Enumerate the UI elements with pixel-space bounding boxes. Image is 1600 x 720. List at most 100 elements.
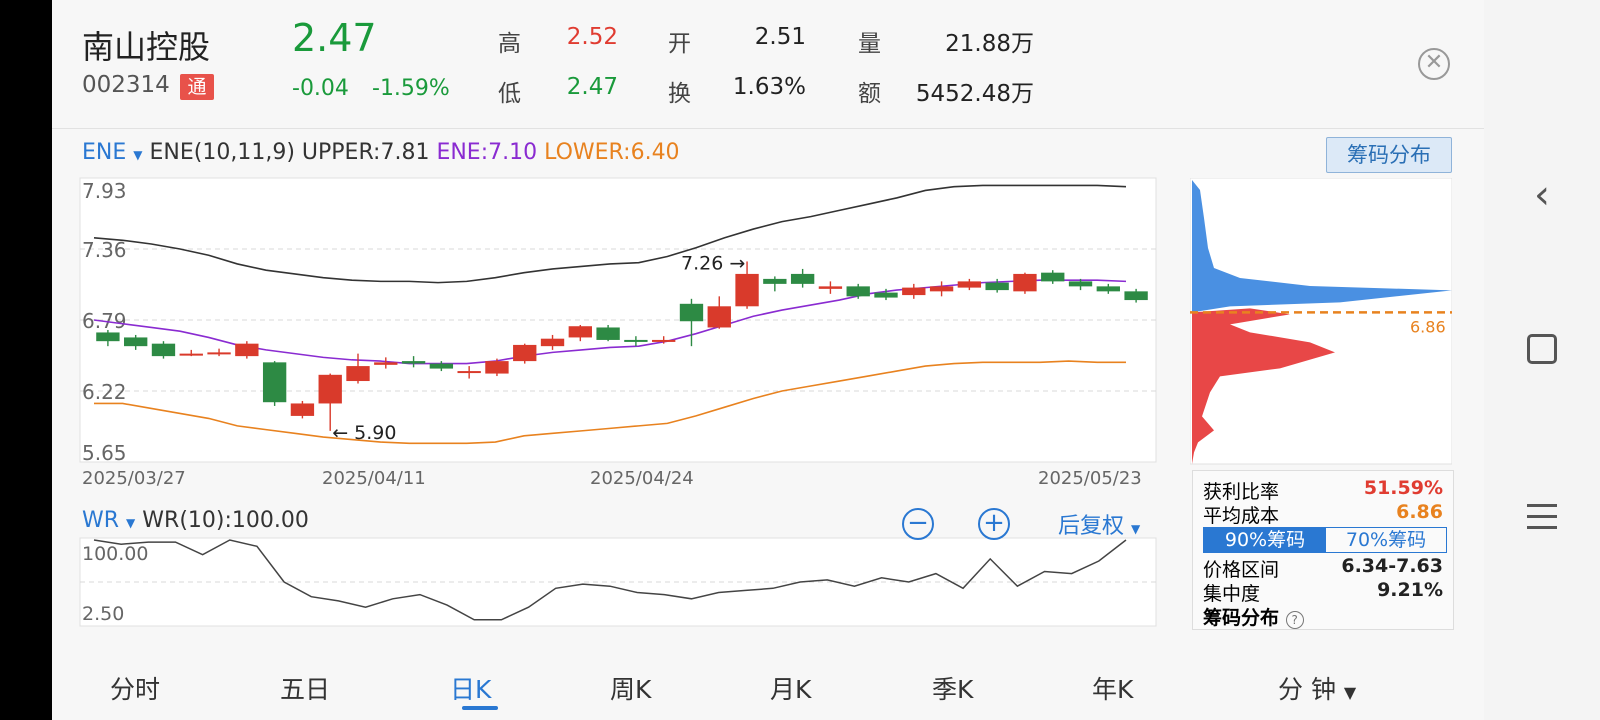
help-circle-icon[interactable]: ? — [1285, 611, 1304, 629]
menu-icon[interactable] — [1484, 504, 1600, 529]
candle-body — [1041, 272, 1065, 282]
tab-70-chip[interactable]: 70%筹码 — [1326, 528, 1446, 552]
caret-down-icon: ▼ — [133, 148, 143, 162]
avg-cost-label: 平均成本 — [1203, 505, 1280, 527]
candle-body — [902, 287, 926, 296]
x-axis-label: 2025/03/27 — [82, 468, 186, 489]
turnover-label: 换 — [668, 81, 691, 107]
ene-mid-value: ENE:7.10 — [436, 140, 538, 165]
candle-body — [262, 362, 287, 403]
stock-name: 南山控股 — [82, 28, 211, 66]
low-label: 低 — [498, 81, 521, 107]
wr-indicator-selector[interactable]: WR ▼ — [82, 508, 135, 533]
tab-quarterly-k[interactable]: 季K — [932, 670, 973, 706]
amount-value: 5452.48万 — [915, 81, 1034, 107]
candle-body — [1068, 281, 1093, 287]
y-tick-label: 7.93 — [82, 179, 127, 203]
chip-distribution-chart: 6.86 — [1190, 178, 1452, 465]
low-annotation: ← 5.90 — [332, 422, 396, 444]
candle-body — [652, 339, 676, 342]
candle-body — [790, 273, 815, 284]
chip-percentage-toggle: 90%筹码 70%筹码 — [1203, 527, 1447, 553]
avg-cost-label: 6.86 — [1410, 317, 1446, 336]
zoom-in-icon[interactable]: + — [978, 508, 1010, 540]
y-tick-label: 6.22 — [82, 380, 127, 404]
y-tick-label: 7.36 — [82, 238, 127, 262]
profit-ratio-label: 获利比率 — [1203, 481, 1280, 503]
chip-distribution-button[interactable]: 筹码分布 — [1326, 137, 1452, 173]
tab-minute-label: 分 钟 — [1278, 675, 1336, 704]
candle-body — [124, 337, 148, 347]
candle-body — [1124, 291, 1148, 301]
profit-ratio-value: 51.59% — [1363, 477, 1443, 499]
concentration-row: 集中度 9.21% — [1203, 579, 1443, 606]
candle-body — [1096, 286, 1120, 292]
price-change: -0.04 — [292, 76, 349, 101]
candle-body — [457, 371, 481, 374]
candle-body — [540, 338, 565, 347]
price-adjust-selector[interactable]: 后复权 ▼ — [1058, 508, 1140, 540]
candle-body — [374, 362, 398, 365]
candle-body — [346, 366, 370, 382]
open-label: 开 — [668, 31, 691, 57]
low-value: 2.47 — [566, 74, 618, 100]
caret-down-icon: ▼ — [126, 516, 136, 530]
high-label: 高 — [498, 31, 521, 57]
app-root: 南山控股 002314 通 2.47 -0.04 -1.59% 高 2.52 低… — [0, 0, 1600, 720]
close-icon[interactable]: ✕ — [1418, 48, 1450, 80]
candle-body — [429, 363, 454, 369]
tab-weekly-k[interactable]: 周K — [610, 670, 651, 706]
x-axis-label: 2025/05/23 — [1038, 468, 1142, 489]
ene-upper-value: UPPER:7.81 — [301, 140, 430, 165]
system-nav-bar: ‹ — [1484, 0, 1600, 720]
high-value: 2.52 — [566, 24, 618, 50]
tong-badge: 通 — [180, 74, 214, 100]
tab-monthly-k[interactable]: 月K — [770, 670, 811, 706]
wr-indicator-label: WR — [82, 508, 120, 533]
volume-label: 量 — [858, 31, 881, 57]
candle-body — [679, 303, 704, 322]
candle-body — [179, 353, 203, 356]
caret-down-icon: ▼ — [1343, 683, 1357, 702]
divider — [52, 128, 1484, 129]
tab-daily-k[interactable]: 日K — [450, 670, 491, 706]
home-icon[interactable] — [1484, 334, 1600, 368]
candle-body — [735, 273, 759, 307]
chip-footer-label: 筹码分布 — [1203, 607, 1280, 629]
turnover-value: 1.63% — [732, 74, 806, 100]
left-edge — [0, 0, 52, 720]
price-range-row: 价格区间 6.34-7.63 — [1203, 555, 1443, 582]
ene-indicator-selector[interactable]: ENE ▼ — [82, 140, 143, 165]
kline-plot-area — [79, 177, 1157, 463]
stock-panel: 南山控股 002314 通 2.47 -0.04 -1.59% 高 2.52 低… — [52, 0, 1484, 720]
tab-yearly-k[interactable]: 年K — [1092, 670, 1133, 706]
tab-minute[interactable]: 分 钟 ▼ — [1278, 670, 1356, 706]
wr-legend: WR ▼ WR(10):100.00 — [82, 508, 309, 533]
chip-footer-row: 筹码分布 ? — [1203, 603, 1443, 630]
candle-body — [207, 352, 231, 355]
candle-body — [985, 282, 1009, 291]
tab-fenshi[interactable]: 分时 — [110, 670, 160, 706]
candle-body — [957, 281, 982, 288]
volume-value: 21.88万 — [945, 31, 1034, 57]
high-annotation: 7.26 → — [681, 252, 745, 274]
tab-five-day[interactable]: 五日 — [280, 670, 330, 706]
candle-body — [290, 403, 315, 416]
candle-body — [568, 326, 592, 338]
candle-body — [846, 286, 870, 297]
active-tab-indicator — [462, 706, 498, 710]
avg-cost-row: 平均成本 6.86 — [1203, 501, 1443, 528]
wr-tick-label: 100.00 — [82, 543, 148, 565]
chip-info-panel: 获利比率 51.59% 平均成本 6.86 90%筹码 70%筹码 价格区间 6… — [1192, 470, 1454, 630]
wr-value: WR(10):100.00 — [142, 508, 309, 533]
tab-90-chip[interactable]: 90%筹码 — [1204, 528, 1326, 552]
ene-lower-value: LOWER:6.40 — [544, 140, 680, 165]
current-price: 2.47 — [292, 16, 377, 60]
back-icon[interactable]: ‹ — [1484, 172, 1600, 218]
candle-body — [401, 361, 426, 364]
avg-cost-value: 6.86 — [1396, 501, 1443, 523]
zoom-out-icon[interactable]: − — [902, 508, 934, 540]
candle-body — [624, 339, 648, 342]
candle-body — [318, 374, 342, 404]
main-chart[interactable]: 7.937.366.796.225.657.26 →← 5.902025/03/… — [52, 176, 1184, 642]
